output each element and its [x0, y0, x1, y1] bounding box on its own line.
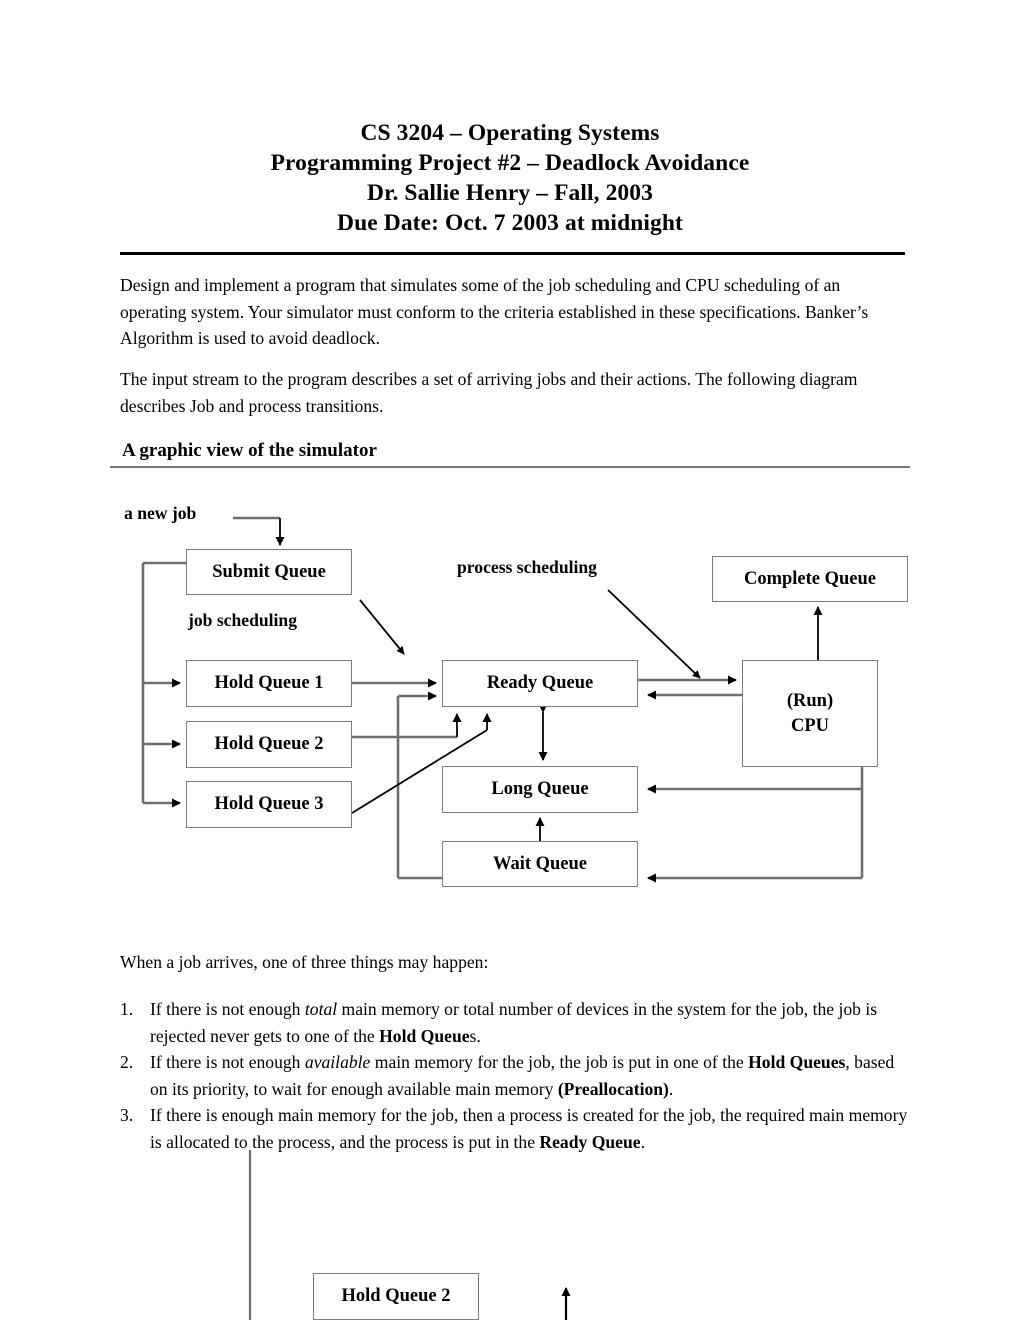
- diagram-box-hold-queue-1: Hold Queue 1: [186, 660, 352, 707]
- list-item-1: 1. If there is not enough total main mem…: [120, 996, 910, 1049]
- title-line-2: Programming Project #2 – Deadlock Avoida…: [270, 150, 750, 176]
- numbered-list: 1. If there is not enough total main mem…: [120, 996, 910, 1155]
- document-page: CS 3204 – Operating Systems Programming …: [0, 0, 1020, 1320]
- list-item-3-number: 3.: [120, 1105, 134, 1125]
- list-item-2: 2. If there is not enough available main…: [120, 1049, 910, 1102]
- paragraph-intro: Design and implement a program that simu…: [120, 275, 869, 348]
- diagram-box-submit-queue: Submit Queue: [186, 549, 352, 595]
- section-heading-graphic-view: A graphic view of the simulator: [122, 440, 377, 461]
- list-item-3-text: If there is enough main memory for the j…: [150, 1105, 907, 1152]
- cpu-run-label: (Run): [786, 690, 834, 711]
- diagram-box-hold-queue-3: Hold Queue 3: [186, 781, 352, 828]
- item2-italic-available: available: [304, 1052, 371, 1072]
- diagram-box-complete-queue: Complete Queue: [712, 556, 908, 602]
- item3-part-b: .: [640, 1131, 645, 1152]
- item2-part-b: main memory for the job, the job is put …: [370, 1052, 749, 1072]
- item2-bold-preallocation: (Preallocation): [557, 1078, 669, 1099]
- list-item-2-number: 2.: [120, 1052, 134, 1072]
- item3-part-a: If there is enough main memory for the j…: [150, 1105, 908, 1152]
- item3-bold-ready-queue: Ready Queue: [539, 1131, 641, 1152]
- list-item-3: 3. If there is enough main memory for th…: [120, 1102, 910, 1155]
- title-line-1: CS 3204 – Operating Systems: [360, 120, 660, 146]
- diagram-label-process-scheduling: process scheduling: [457, 557, 597, 577]
- diagram-box-long-queue: Long Queue: [442, 766, 638, 813]
- diagram-box-cpu: (Run) CPU: [742, 660, 878, 767]
- cpu-label: CPU: [790, 715, 830, 736]
- diagram-label-a-new-job: a new job: [124, 503, 197, 523]
- diagram-box-wait-queue: Wait Queue: [442, 841, 638, 887]
- connector-submit-diagonal: [359, 599, 405, 655]
- item1-part-a: If there is not enough: [150, 999, 305, 1019]
- item2-part-a: If there is not enough: [150, 1052, 305, 1072]
- diagram-box-ready-queue: Ready Queue: [442, 660, 638, 707]
- list-item-1-number: 1.: [120, 999, 134, 1019]
- title-horizontal-rule: [120, 252, 905, 255]
- section-horizontal-rule: [110, 466, 910, 468]
- diagram-box-hold-queue-2: Hold Queue 2: [186, 721, 352, 768]
- item2-bold-hold-queues: Hold Queues: [748, 1052, 846, 1072]
- document-title: CS 3204 – Operating Systems Programming …: [120, 118, 900, 238]
- paragraph-input-stream: The input stream to the program describe…: [120, 369, 858, 416]
- diagram-label-job-scheduling: job scheduling: [188, 610, 298, 630]
- bottom-diagram-box-hold-queue-2: Hold Queue 2: [313, 1273, 479, 1320]
- item1-italic-total: total: [304, 999, 338, 1019]
- title-line-4: Due Date: Oct. 7 2003 at midnight: [337, 210, 683, 236]
- item1-part-c: s.: [469, 1025, 481, 1046]
- item1-bold-hold-queue: Hold Queue: [379, 1025, 470, 1046]
- paragraph-when-job-arrives: When a job arrives, one of three things …: [120, 952, 489, 972]
- list-item-1-text: If there is not enough total main memory…: [150, 999, 877, 1046]
- item2-part-d: .: [668, 1078, 674, 1099]
- title-line-3: Dr. Sallie Henry – Fall, 2003: [367, 180, 653, 206]
- list-item-2-text: If there is not enough available main me…: [150, 1052, 894, 1099]
